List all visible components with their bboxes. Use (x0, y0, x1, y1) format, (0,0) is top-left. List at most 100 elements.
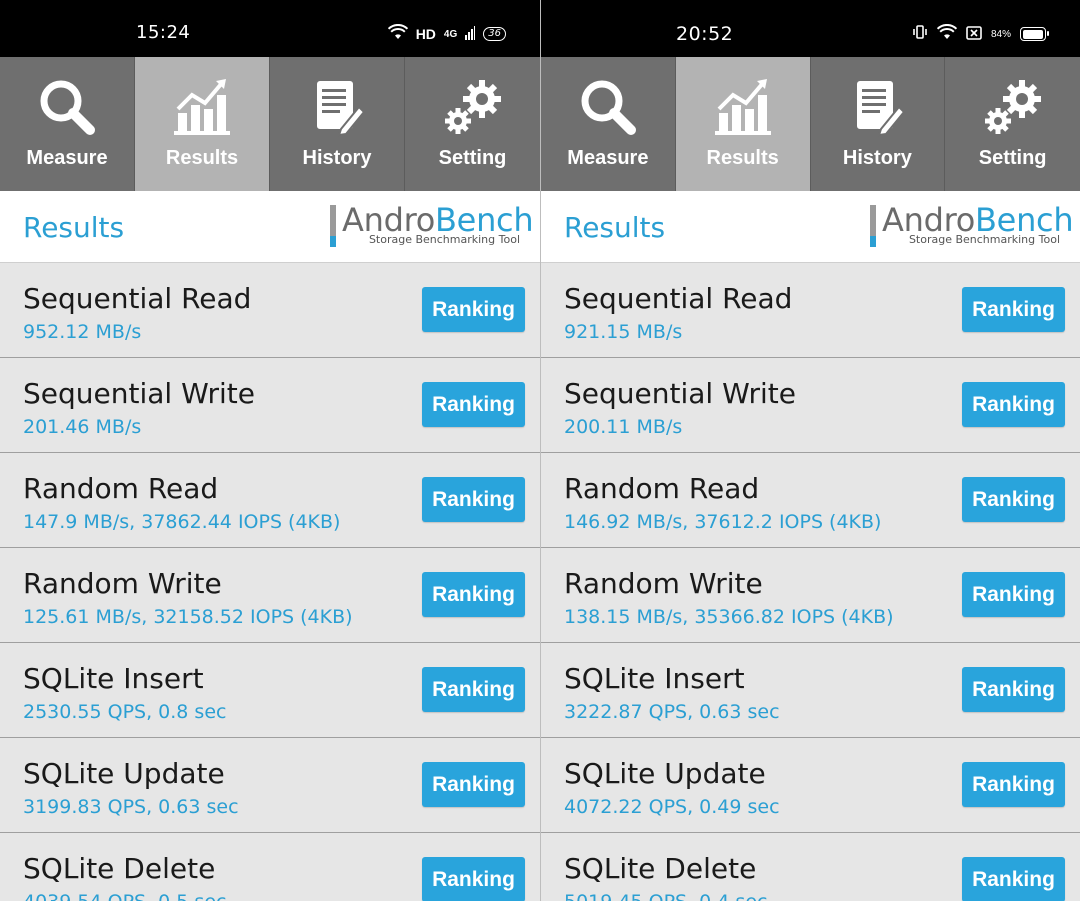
left-screen: 15:24 HD 4G 36 Measure Results History S… (0, 0, 540, 901)
tab-label: Results (706, 147, 779, 169)
tab-measure[interactable]: Measure (0, 57, 135, 191)
results-list: Sequential Read 921.15 MB/s Ranking Sequen… (541, 263, 1080, 901)
ranking-button[interactable]: Ranking (422, 572, 525, 617)
status-time: 15:24 (136, 22, 191, 43)
nav-bar: Measure Results History Setting (541, 57, 1080, 191)
tab-results[interactable]: Results (675, 57, 811, 191)
page-title: Results (23, 211, 125, 244)
result-name: SQLite Update (23, 757, 225, 790)
chart-icon (135, 77, 269, 137)
hd-indicator: HD (415, 26, 436, 42)
result-value: 200.11 MB/s (564, 416, 683, 438)
result-row: SQLite Insert 3222.87 QPS, 0.63 sec Rankin… (541, 643, 1080, 738)
search-icon (541, 77, 675, 137)
ranking-button[interactable]: Ranking (422, 762, 525, 807)
result-row: SQLite Update 3199.83 QPS, 0.63 sec Rankin… (0, 738, 540, 833)
gear-icon (945, 77, 1080, 137)
result-row: SQLite Delete 4039.54 QPS, 0.5 sec Ranking (0, 833, 540, 901)
status-bar: 15:24 HD 4G 36 (0, 0, 540, 57)
results-header: Results AndroBench Storage Benchmarking … (0, 191, 540, 263)
tab-setting[interactable]: Setting (405, 57, 540, 191)
tab-label: History (842, 147, 912, 169)
tab-setting[interactable]: Setting (945, 57, 1080, 191)
battery-icon: 36 (483, 27, 506, 41)
result-value: 952.12 MB/s (23, 321, 142, 343)
ranking-button[interactable]: Ranking (962, 382, 1065, 427)
result-name: Sequential Read (23, 282, 252, 315)
ranking-button[interactable]: Ranking (422, 857, 525, 901)
ranking-button[interactable]: Ranking (962, 477, 1065, 522)
ranking-button[interactable]: Ranking (962, 287, 1065, 332)
tab-label: Setting (978, 147, 1047, 169)
result-name: Random Read (23, 472, 219, 505)
status-time: 20:52 (676, 23, 734, 45)
result-row: Sequential Write 200.11 MB/s Ranking (541, 358, 1080, 453)
signal-icon (465, 25, 476, 44)
tab-history[interactable]: History (810, 57, 946, 191)
result-name: Random Read (564, 472, 760, 505)
result-name: SQLite Delete (564, 852, 757, 885)
result-name: Random Write (564, 567, 763, 600)
ranking-button[interactable]: Ranking (962, 572, 1065, 617)
result-value: 146.92 MB/s, 37612.2 IOPS (4KB) (564, 511, 882, 533)
result-value: 4072.22 QPS, 0.49 sec (564, 796, 780, 818)
tab-label: Measure (26, 147, 108, 169)
logo-bar (870, 205, 876, 247)
ranking-button[interactable]: Ranking (962, 857, 1065, 901)
androbench-logo: AndroBench Storage Benchmarking Tool (870, 201, 1074, 247)
result-row: Sequential Write 201.46 MB/s Ranking (0, 358, 540, 453)
result-row: Random Write 125.61 MB/s, 32158.52 IOPS (… (0, 548, 540, 643)
result-value: 3222.87 QPS, 0.63 sec (564, 701, 780, 723)
ranking-button[interactable]: Ranking (962, 762, 1065, 807)
androbench-logo: AndroBench Storage Benchmarking Tool (330, 201, 534, 247)
tab-results[interactable]: Results (135, 57, 270, 191)
document-icon (811, 77, 945, 137)
result-row: Sequential Read 921.15 MB/s Ranking (541, 263, 1080, 358)
tab-label: Setting (438, 147, 507, 169)
result-name: Sequential Read (564, 282, 793, 315)
ranking-button[interactable]: Ranking (422, 667, 525, 712)
nav-bar: Measure Results History Setting (0, 57, 540, 191)
result-name: SQLite Insert (23, 662, 204, 695)
result-row: SQLite Update 4072.22 QPS, 0.49 sec Rankin… (541, 738, 1080, 833)
result-name: Sequential Write (564, 377, 797, 410)
result-name: Sequential Write (23, 377, 256, 410)
tab-label: History (302, 147, 372, 169)
logo-bar (330, 205, 336, 247)
result-name: Random Write (23, 567, 222, 600)
ranking-button[interactable]: Ranking (962, 667, 1065, 712)
result-row: Random Read 146.92 MB/s, 37612.2 IOPS (4K… (541, 453, 1080, 548)
tab-label: Results (165, 147, 239, 169)
network-type: 4G (443, 28, 458, 40)
tab-measure[interactable]: Measure (541, 57, 676, 191)
result-value: 125.61 MB/s, 32158.52 IOPS (4KB) (23, 606, 353, 628)
result-row: Random Read 147.9 MB/s, 37862.44 IOPS (4K… (0, 453, 540, 548)
document-icon (270, 77, 404, 137)
wifi-icon (387, 24, 408, 44)
result-value: 5019.45 QPS, 0.4 sec (564, 891, 767, 901)
results-list: Sequential Read 952.12 MB/s Ranking Sequen… (0, 263, 540, 901)
result-row: Sequential Read 952.12 MB/s Ranking (0, 263, 540, 358)
status-icons: 84% (912, 23, 1049, 45)
battery-percent: 84% (990, 28, 1011, 40)
ranking-button[interactable]: Ranking (422, 287, 525, 332)
wifi-icon (936, 24, 958, 44)
status-icons: HD 4G 36 (387, 23, 506, 45)
vibrate-icon (912, 24, 928, 44)
tab-history[interactable]: History (270, 57, 405, 191)
ranking-button[interactable]: Ranking (422, 477, 525, 522)
result-name: SQLite Insert (564, 662, 745, 695)
result-value: 201.46 MB/s (23, 416, 142, 438)
result-value: 2530.55 QPS, 0.8 sec (23, 701, 227, 723)
right-screen: 20:52 84% Measure Results History Settin… (540, 0, 1080, 901)
result-row: SQLite Insert 2530.55 QPS, 0.8 sec Ranking (0, 643, 540, 738)
battery-icon (1020, 27, 1049, 41)
result-name: SQLite Update (564, 757, 766, 790)
result-value: 4039.54 QPS, 0.5 sec (23, 891, 226, 901)
chart-icon (676, 77, 810, 137)
tab-label: Measure (567, 147, 649, 169)
ranking-button[interactable]: Ranking (422, 382, 525, 427)
gear-icon (405, 77, 540, 137)
result-value: 147.9 MB/s, 37862.44 IOPS (4KB) (23, 511, 341, 533)
result-value: 3199.83 QPS, 0.63 sec (23, 796, 239, 818)
